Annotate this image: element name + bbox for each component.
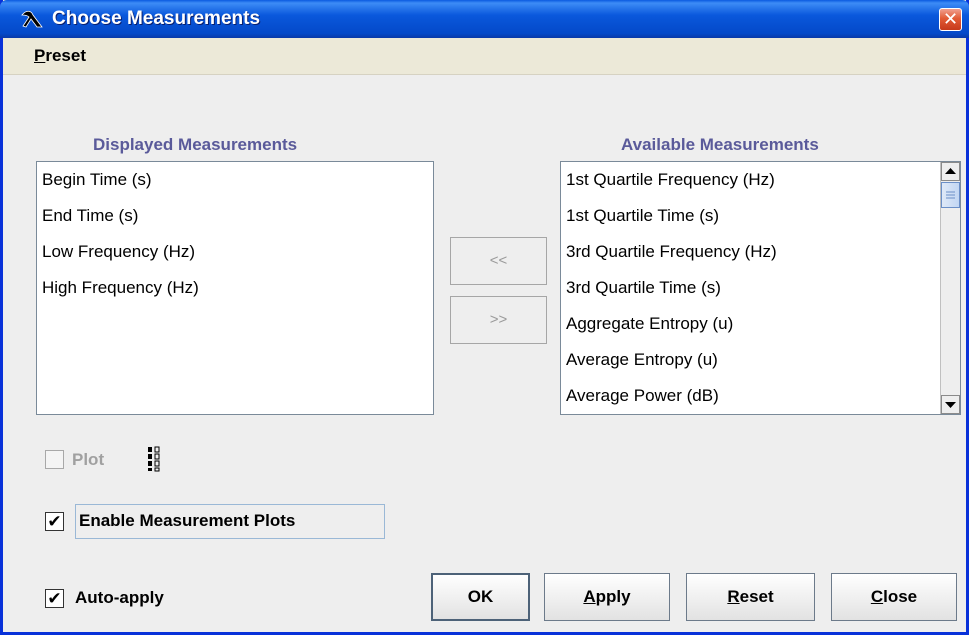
grip-icon [946,191,955,199]
close-icon: ✕ [942,9,959,29]
checkmark-icon: ✔ [47,512,62,531]
scroll-up-button[interactable] [941,162,960,181]
auto-apply-label: Auto-apply [75,588,164,607]
close-window-button[interactable]: ✕ [939,8,962,31]
apply-button[interactable]: Apply [544,573,670,621]
close-label: lose [883,587,918,606]
list-item[interactable]: Low Frequency (Hz) [37,234,433,270]
menu-preset-label: reset [45,46,86,65]
available-measurements-list[interactable]: 1st Quartile Frequency (Hz) 1st Quartile… [560,161,961,415]
reset-button[interactable]: Reset [686,573,815,621]
add-measurement-button[interactable]: << [450,237,547,285]
available-measurements-heading: Available Measurements [621,135,819,154]
title-bar[interactable]: Choose Measurements ✕ [0,0,969,38]
scrollbar-thumb[interactable] [941,182,960,208]
menu-preset[interactable]: Preset [34,46,86,66]
menu-bar: Preset [3,38,966,75]
window-title: Choose Measurements [52,8,261,29]
list-item[interactable]: High Frequency (Hz) [37,270,433,306]
list-item[interactable]: Average Power (dB) [561,378,960,414]
plot-checkbox[interactable] [45,450,64,469]
enable-plots-label: Enable Measurement Plots [79,511,296,530]
reset-label: eset [739,587,774,606]
menu-preset-mnemonic: P [34,46,46,65]
arrow-down-icon [945,402,956,408]
raven-logo-icon [21,10,43,28]
dialog-content: Displayed Measurements Begin Time (s) En… [3,75,966,632]
auto-apply-checkbox[interactable]: ✔ [45,589,64,608]
dialog-window: Choose Measurements ✕ Preset Displayed M… [0,0,969,635]
apply-label: pply [595,587,631,606]
displayed-measurements-list[interactable]: Begin Time (s) End Time (s) Low Frequenc… [36,161,434,415]
checkmark-icon: ✔ [47,589,62,608]
reset-mnemonic: R [727,587,740,606]
ok-button[interactable]: OK [431,573,530,621]
plot-layout-icon[interactable] [147,446,161,472]
displayed-measurements-heading: Displayed Measurements [93,135,298,154]
list-item[interactable]: Begin Time (s) [37,162,433,198]
list-item[interactable]: 1st Quartile Time (s) [561,198,960,234]
enable-plots-checkbox[interactable]: ✔ [45,512,64,531]
list-item[interactable]: 3rd Quartile Frequency (Hz) [561,234,960,270]
arrow-up-icon [945,168,956,174]
vertical-scrollbar[interactable] [940,162,960,414]
close-button[interactable]: Close [831,573,957,621]
plot-checkbox-label: Plot [72,450,105,469]
close-mnemonic: C [870,587,884,606]
list-item[interactable]: Aggregate Entropy (u) [561,306,960,342]
scroll-down-button[interactable] [941,395,960,414]
list-item[interactable]: 1st Quartile Frequency (Hz) [561,162,960,198]
remove-measurement-button[interactable]: >> [450,296,547,344]
list-item[interactable]: End Time (s) [37,198,433,234]
list-item[interactable]: 3rd Quartile Time (s) [561,270,960,306]
apply-mnemonic: A [583,587,596,606]
list-item[interactable]: Average Entropy (u) [561,342,960,378]
